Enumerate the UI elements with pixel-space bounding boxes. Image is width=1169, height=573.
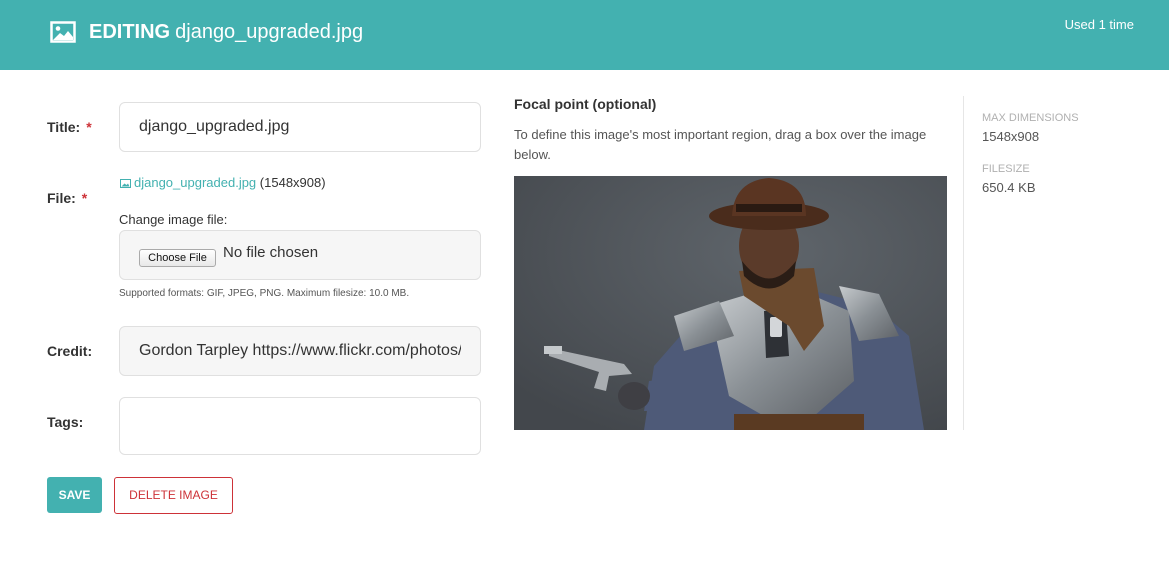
title-label: Title: * — [47, 119, 92, 135]
sidebar-divider — [963, 96, 964, 430]
usage-link[interactable]: Used 1 time — [1065, 17, 1134, 32]
focal-point-image[interactable] — [514, 176, 947, 430]
file-help-text: Supported formats: GIF, JPEG, PNG. Maxim… — [119, 288, 410, 299]
filesize-label: FILESIZE — [982, 163, 1030, 175]
required-marker: * — [81, 190, 88, 206]
current-file-link[interactable]: django_upgraded.jpg — [134, 175, 256, 190]
current-file-dimensions: (1548x908) — [259, 175, 326, 190]
image-icon — [50, 21, 76, 43]
current-file: django_upgraded.jpg (1548x908) — [120, 175, 326, 190]
title-label-text: Title: — [47, 119, 81, 135]
no-file-text: No file chosen — [223, 244, 319, 261]
page-title-label: EDITING — [89, 21, 171, 43]
filesize-value: 650.4 KB — [982, 180, 1036, 195]
change-file-label: Change image file: — [119, 212, 228, 227]
title-input-value: django_upgraded.jpg — [139, 118, 290, 135]
focal-point-help: To define this image's most important re… — [514, 127, 927, 162]
image-preview-graphic — [514, 176, 947, 430]
page-title: EDITING django_upgraded.jpg — [89, 19, 363, 45]
image-icon — [120, 179, 131, 188]
credit-label: Credit: — [47, 343, 93, 359]
focal-point-title: Focal point (optional) — [514, 96, 657, 112]
file-label-text: File: — [47, 190, 76, 206]
page-header: EDITING django_upgraded.jpg Used 1 time — [0, 0, 1169, 70]
tags-label: Tags: — [47, 414, 84, 430]
title-input[interactable]: django_upgraded.jpg — [119, 102, 481, 152]
save-button[interactable]: SAVE — [47, 477, 102, 513]
file-label: File: * — [47, 190, 87, 206]
required-marker: * — [86, 119, 92, 135]
credit-input[interactable]: Gordon Tarpley https://www.flickr.com/ph… — [119, 326, 481, 376]
file-input[interactable]: Choose File No file chosen — [119, 230, 481, 280]
max-dimensions-label: MAX DIMENSIONS — [982, 112, 1079, 124]
max-dimensions-value: 1548x908 — [982, 129, 1040, 144]
page-title-filename: django_upgraded.jpg — [175, 21, 364, 43]
credit-input-value: Gordon Tarpley https://www.flickr.com/ph… — [139, 342, 461, 359]
tags-input[interactable] — [119, 397, 481, 455]
choose-file-button[interactable]: Choose File — [139, 249, 216, 267]
delete-image-button[interactable]: DELETE IMAGE — [114, 477, 233, 514]
